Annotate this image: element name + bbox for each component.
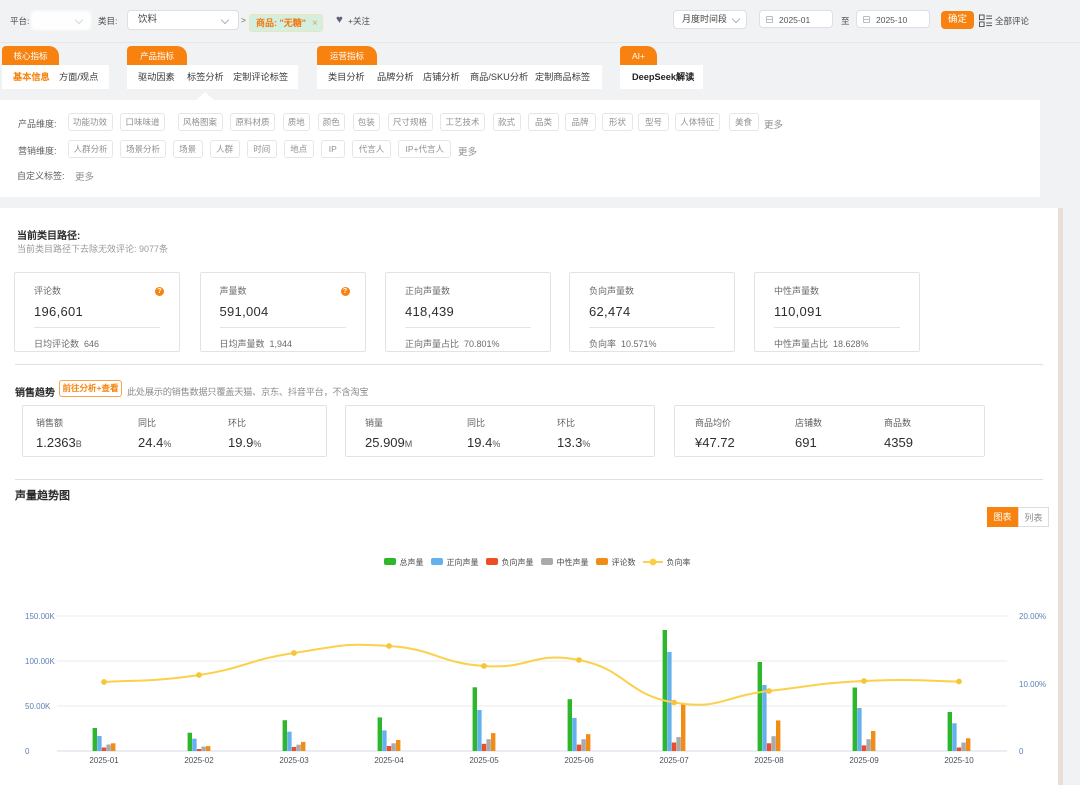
svg-text:0: 0 — [1019, 747, 1024, 756]
svg-text:2025-02: 2025-02 — [184, 756, 214, 765]
svg-text:0: 0 — [25, 747, 30, 756]
svg-text:2025-03: 2025-03 — [279, 756, 309, 765]
svg-text:2025-07: 2025-07 — [659, 756, 689, 765]
svg-text:2025-09: 2025-09 — [849, 756, 879, 765]
svg-text:2025-05: 2025-05 — [469, 756, 499, 765]
svg-text:2025-10: 2025-10 — [944, 756, 974, 765]
svg-text:2025-08: 2025-08 — [754, 756, 784, 765]
svg-text:2025-01: 2025-01 — [89, 756, 119, 765]
svg-text:100.00K: 100.00K — [25, 657, 55, 666]
svg-text:50.00K: 50.00K — [25, 702, 51, 711]
svg-text:10.00%: 10.00% — [1019, 680, 1046, 689]
svg-text:20.00%: 20.00% — [1019, 612, 1046, 621]
svg-text:2025-06: 2025-06 — [564, 756, 594, 765]
svg-text:150.00K: 150.00K — [25, 612, 55, 621]
svg-text:2025-04: 2025-04 — [374, 756, 404, 765]
